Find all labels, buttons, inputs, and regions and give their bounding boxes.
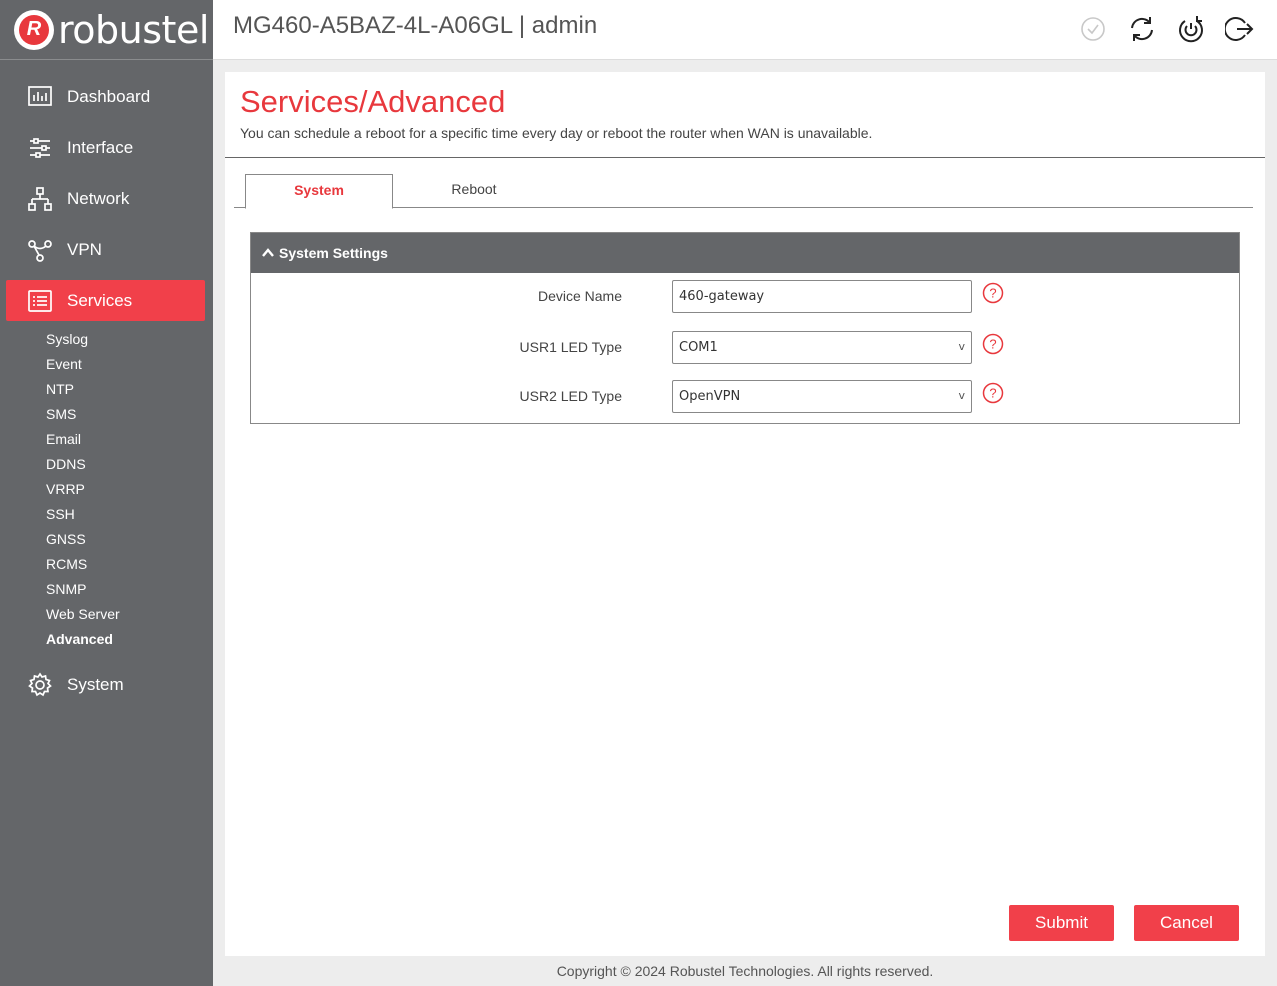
logo-text: robustel — [58, 7, 209, 52]
main-nav: Dashboard Interface Network VPN Services — [0, 60, 213, 705]
nav-label: System — [67, 674, 124, 694]
field-label: USR2 LED Type — [519, 388, 622, 404]
nav-item-interface[interactable]: Interface — [6, 127, 205, 168]
subnav-item-email[interactable]: Email — [0, 427, 213, 452]
subnav-item-vrrp[interactable]: VRRP — [0, 477, 213, 502]
nav-item-network[interactable]: Network — [6, 178, 205, 219]
chevron-up-icon — [261, 246, 275, 260]
dashboard-icon — [26, 83, 54, 111]
subnav-item-gnss[interactable]: GNSS — [0, 527, 213, 552]
form-row-device-name: Device Name 460-gateway ? — [251, 280, 1239, 314]
services-icon — [26, 287, 54, 315]
footer-copyright: Copyright © 2024 Robustel Technologies. … — [556, 963, 934, 979]
system-settings-panel: System Settings Device Name 460-gateway … — [250, 232, 1240, 424]
field-value: COM1 — [679, 340, 718, 355]
form-row-usr2-led: USR2 LED Type OpenVPN v ? — [251, 380, 1239, 414]
usr1-led-select[interactable]: COM1 v — [672, 331, 972, 364]
device-name-input[interactable]: 460-gateway — [672, 280, 972, 313]
svg-text:?: ? — [989, 386, 996, 401]
nav-label: Network — [67, 188, 130, 208]
usr2-led-select[interactable]: OpenVPN v — [672, 380, 972, 413]
subnav-item-snmp[interactable]: SNMP — [0, 577, 213, 602]
logo[interactable]: R robustel — [0, 0, 213, 60]
gear-icon — [26, 671, 54, 699]
logout-icon[interactable] — [1224, 12, 1255, 46]
divider — [225, 157, 1265, 158]
main-content: Services/Advanced You can schedule a reb… — [225, 72, 1265, 956]
nav-label: Interface — [67, 137, 134, 157]
device-title: MG460-A5BAZ-4L-A06GL | admin — [233, 12, 598, 39]
tab-reboot[interactable]: Reboot — [400, 174, 548, 208]
nav-label: Services — [67, 290, 133, 310]
reboot-icon[interactable] — [1175, 12, 1206, 46]
subnav-item-ntp[interactable]: NTP — [0, 377, 213, 402]
network-icon — [26, 185, 54, 213]
services-subnav: Syslog Event NTP SMS Email DDNS VRRP SSH… — [0, 327, 213, 652]
chevron-down-icon: v — [958, 389, 965, 402]
nav-item-dashboard[interactable]: Dashboard — [6, 76, 205, 117]
help-icon[interactable]: ? — [982, 333, 1004, 355]
subnav-item-web-server[interactable]: Web Server — [0, 602, 213, 627]
field-value: 460-gateway — [679, 289, 765, 304]
nav-item-services[interactable]: Services — [6, 280, 205, 321]
svg-text:?: ? — [989, 286, 996, 301]
cancel-button[interactable]: Cancel — [1134, 905, 1239, 941]
svg-text:?: ? — [989, 337, 996, 352]
apply-check-icon[interactable] — [1077, 12, 1108, 46]
chevron-down-icon: v — [958, 340, 965, 353]
subnav-item-ssh[interactable]: SSH — [0, 502, 213, 527]
logo-badge-icon: R — [14, 9, 54, 50]
subnav-item-rcms[interactable]: RCMS — [0, 552, 213, 577]
page-description: You can schedule a reboot for a specific… — [240, 125, 873, 141]
sliders-icon — [26, 134, 54, 162]
nav-label: Dashboard — [67, 86, 151, 106]
help-icon[interactable]: ? — [982, 282, 1004, 304]
field-label: Device Name — [537, 288, 622, 304]
help-icon[interactable]: ? — [982, 382, 1004, 404]
refresh-icon[interactable] — [1126, 12, 1157, 46]
subnav-item-ddns[interactable]: DDNS — [0, 452, 213, 477]
panel-header[interactable]: System Settings — [251, 233, 1239, 273]
subnav-item-syslog[interactable]: Syslog — [0, 327, 213, 352]
nav-item-system[interactable]: System — [6, 664, 205, 705]
form-row-usr1-led: USR1 LED Type COM1 v ? — [251, 331, 1239, 365]
subnav-item-event[interactable]: Event — [0, 352, 213, 377]
subnav-item-advanced[interactable]: Advanced — [0, 627, 213, 652]
sidebar: R robustel Dashboard Interface Network V… — [0, 0, 213, 986]
tab-bar: System Reboot — [234, 174, 1253, 209]
field-value: OpenVPN — [679, 389, 741, 404]
tab-system[interactable]: System — [245, 174, 393, 209]
subnav-item-sms[interactable]: SMS — [0, 402, 213, 427]
top-header: MG460-A5BAZ-4L-A06GL | admin — [213, 0, 1277, 60]
page-title: Services/Advanced — [240, 84, 506, 119]
panel-title: System Settings — [279, 245, 388, 261]
submit-button[interactable]: Submit — [1009, 905, 1114, 941]
nav-label: VPN — [67, 239, 102, 259]
nav-item-vpn[interactable]: VPN — [6, 229, 205, 270]
header-actions — [1077, 12, 1255, 46]
vpn-icon — [26, 236, 54, 264]
field-label: USR1 LED Type — [519, 339, 622, 355]
